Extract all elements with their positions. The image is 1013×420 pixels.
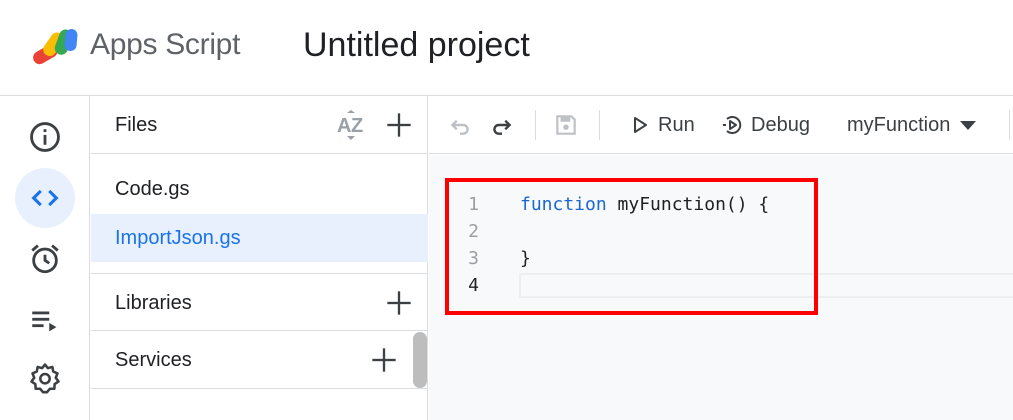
debug-icon	[723, 116, 742, 134]
files-label: Files	[115, 114, 158, 136]
toolbar-divider	[1009, 110, 1010, 140]
brand-name: Apps Script	[90, 28, 241, 61]
libraries-header: Libraries	[91, 273, 428, 331]
panel-scrollbar[interactable]	[413, 332, 427, 388]
save-button[interactable]	[551, 110, 581, 140]
left-nav-rail	[0, 96, 90, 420]
redo-icon	[493, 119, 512, 135]
file-item-code-gs[interactable]: Code.gs	[91, 165, 428, 213]
add-service-button[interactable]	[369, 345, 399, 375]
undo-button[interactable]	[445, 110, 475, 140]
function-select-value: myFunction	[847, 113, 951, 136]
function-select[interactable]: myFunction	[847, 110, 977, 140]
run-button[interactable]: Run	[628, 110, 695, 140]
toolbar-divider	[535, 110, 536, 140]
plus-icon	[387, 291, 411, 315]
add-library-button[interactable]	[384, 288, 414, 318]
debug-label: Debug	[751, 113, 810, 136]
alarm-icon	[31, 244, 59, 274]
save-icon	[556, 115, 576, 135]
add-file-button[interactable]	[384, 110, 414, 140]
debug-button[interactable]: Debug	[721, 110, 810, 140]
info-icon	[30, 122, 60, 152]
redo-button[interactable]	[487, 110, 517, 140]
file-item-importjson-gs[interactable]: ImportJson.gs	[91, 214, 428, 262]
nav-settings-button[interactable]	[15, 348, 75, 408]
file-item-label: ImportJson.gs	[115, 227, 241, 249]
libraries-label: Libraries	[115, 292, 192, 314]
sort-az-icon[interactable]: A Z	[335, 110, 367, 142]
svg-text:A: A	[337, 115, 351, 137]
apps-script-logo-icon[interactable]	[30, 26, 82, 66]
nav-executions-button[interactable]	[15, 290, 75, 350]
play-icon	[634, 117, 647, 133]
editor-toolbar: Run Debug myFunction	[429, 96, 1013, 154]
services-header: Services	[91, 331, 428, 389]
annotation-highlight-box	[445, 178, 818, 315]
run-label: Run	[658, 113, 695, 136]
nav-overview-button[interactable]	[15, 107, 75, 167]
files-header: Files A Z	[91, 96, 428, 154]
plus-icon	[387, 113, 411, 137]
gear-icon	[30, 363, 60, 394]
undo-icon	[450, 119, 469, 135]
files-panel: Files A Z Code.gs ImportJson.gs Librarie…	[91, 96, 428, 420]
app-header: Apps Script Untitled project	[0, 0, 1013, 96]
file-item-label: Code.gs	[115, 178, 190, 200]
project-title[interactable]: Untitled project	[303, 26, 530, 65]
services-label: Services	[115, 349, 192, 371]
plus-icon	[372, 348, 396, 372]
playlist-icon	[32, 311, 57, 332]
svg-text:Z: Z	[351, 115, 363, 137]
caret-down-icon	[960, 120, 977, 130]
toolbar-divider	[599, 110, 600, 140]
nav-triggers-button[interactable]	[15, 229, 75, 289]
code-icon	[31, 189, 59, 207]
nav-editor-button[interactable]	[15, 168, 75, 228]
